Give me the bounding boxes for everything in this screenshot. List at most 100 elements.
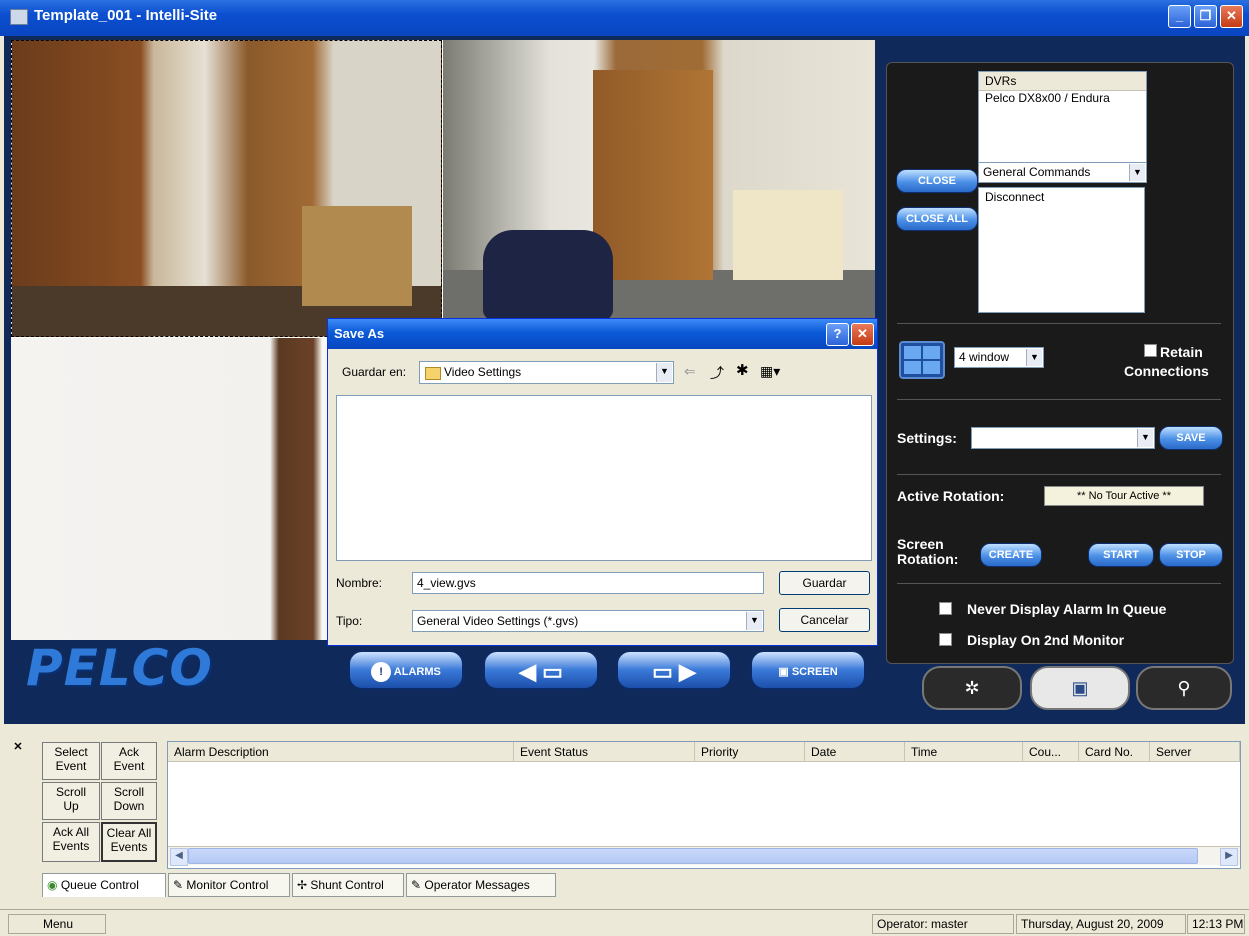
never-display-alarm-label: Never Display Alarm In Queue	[967, 601, 1167, 617]
col-event-status[interactable]: Event Status	[514, 742, 695, 762]
settings-dropdown[interactable]: ▼	[971, 427, 1155, 449]
active-rotation-value: ** No Tour Active **	[1044, 486, 1204, 506]
help-button[interactable]: ?	[826, 323, 849, 346]
commands-list[interactable]: Disconnect	[978, 187, 1145, 313]
col-time[interactable]: Time	[905, 742, 1023, 762]
close-panel-icon[interactable]: ✕	[10, 740, 26, 756]
btn-line1: Scroll	[55, 785, 86, 799]
chevron-down-icon: ▼	[656, 363, 672, 382]
btn-line1: Ack	[118, 745, 139, 759]
select-event-button[interactable]: Select Event	[42, 742, 100, 780]
commands-value: General Commands	[983, 165, 1091, 179]
scroll-right-icon[interactable]: ▶	[1220, 848, 1238, 866]
dvr-list[interactable]: DVRs Pelco DX8x00 / Endura	[978, 71, 1147, 169]
tab-label: Monitor Control	[186, 878, 269, 892]
command-item[interactable]: Disconnect	[985, 190, 1138, 204]
close-window-button[interactable]: ✕	[1220, 5, 1243, 28]
new-folder-icon[interactable]: ✱	[736, 361, 749, 379]
dialog-close-button[interactable]: ✕	[851, 323, 874, 346]
scroll-up-button[interactable]: Scroll Up	[42, 782, 100, 820]
window-title: Template_001 - Intelli-Site	[34, 7, 218, 24]
tab-monitor-control[interactable]: ✎ Monitor Control	[168, 873, 290, 897]
maximize-button[interactable]: ❐	[1194, 5, 1217, 28]
minimize-button[interactable]: _	[1168, 5, 1191, 28]
stop-button[interactable]: STOP	[1159, 543, 1223, 567]
horizontal-scrollbar[interactable]: ◀ ▶	[168, 846, 1240, 866]
file-list[interactable]	[336, 395, 872, 561]
layout-dropdown[interactable]: 4 window ▼	[954, 347, 1044, 368]
queue-control-icon: ◉	[47, 878, 58, 892]
folder-icon	[425, 367, 441, 380]
clear-all-events-button[interactable]: Clear All Events	[101, 822, 157, 862]
display-2nd-monitor-checkbox[interactable]	[939, 633, 952, 646]
alarm-table[interactable]: Alarm Description Event Status Priority …	[167, 741, 1241, 869]
dvr-item[interactable]: Pelco DX8x00 / Endura	[979, 91, 1146, 105]
ack-event-button[interactable]: Ack Event	[101, 742, 157, 780]
col-count[interactable]: Cou...	[1023, 742, 1079, 762]
previous-camera-button[interactable]: ◀ ▭	[483, 650, 599, 690]
col-alarm-description[interactable]: Alarm Description	[168, 742, 514, 762]
close-all-button[interactable]: CLOSE ALL	[896, 207, 978, 231]
btn-line1: Clear All	[106, 826, 152, 840]
save-in-dropdown[interactable]: Video Settings ▼	[419, 361, 674, 384]
camera-tab[interactable]: ▣	[1030, 666, 1130, 710]
time-status: 12:13 PM	[1187, 914, 1245, 934]
close-button[interactable]: CLOSE	[896, 169, 978, 193]
view-menu-icon[interactable]: ▦▾	[760, 363, 780, 380]
dialog-title: Save As	[334, 326, 385, 341]
back-icon[interactable]: ⇐	[684, 363, 696, 380]
screen-button[interactable]: ▣ SCREEN	[750, 650, 866, 690]
title-bar[interactable]: Template_001 - Intelli-Site _ ❐ ✕	[0, 0, 1249, 36]
alarms-button[interactable]: ! ALARMS	[348, 650, 464, 690]
camera-view-2[interactable]	[443, 40, 875, 337]
dialog-title-bar[interactable]: Save As ? ✕	[328, 319, 877, 349]
file-name-input[interactable]: 4_view.gvs	[412, 572, 764, 594]
hand-icon: ✎	[173, 878, 184, 892]
file-type-dropdown[interactable]: General Video Settings (*.gvs) ▼	[412, 610, 764, 632]
col-server[interactable]: Server	[1150, 742, 1240, 762]
create-button[interactable]: CREATE	[980, 543, 1042, 567]
up-folder-icon[interactable]: ⤴	[710, 363, 724, 383]
retain-connections-checkbox[interactable]	[1144, 344, 1157, 357]
layout-grid-icon[interactable]	[899, 341, 945, 379]
commands-dropdown[interactable]: General Commands ▼	[978, 162, 1147, 183]
btn-line2: Up	[63, 799, 79, 813]
save-in-label: Guardar en:	[342, 365, 407, 379]
tab-shunt-control[interactable]: ✢ Shunt Control	[292, 873, 404, 897]
search-tab[interactable]: ⚲	[1136, 666, 1232, 710]
btn-line2: Down	[113, 799, 145, 813]
right-control-panel: DVRs Pelco DX8x00 / Endura CLOSE General…	[886, 62, 1234, 664]
guardar-button[interactable]: Guardar	[779, 571, 870, 595]
chevron-down-icon: ▼	[1129, 164, 1145, 181]
btn-line1: Scroll	[113, 785, 144, 799]
menu-button[interactable]: Menu	[8, 914, 106, 934]
col-card-no[interactable]: Card No.	[1079, 742, 1150, 762]
ack-all-events-button[interactable]: Ack All Events	[42, 822, 100, 862]
never-display-alarm-checkbox[interactable]	[939, 602, 952, 615]
arrow-right-icon: ▭ ▶	[652, 659, 696, 684]
scroll-down-button[interactable]: Scroll Down	[101, 782, 157, 820]
start-button[interactable]: START	[1088, 543, 1154, 567]
btn-line2: Events	[110, 840, 148, 854]
app-icon	[10, 9, 28, 25]
tab-operator-messages[interactable]: ✎ Operator Messages	[406, 873, 556, 897]
next-camera-button[interactable]: ▭ ▶	[616, 650, 732, 690]
scroll-left-icon[interactable]: ◀	[170, 848, 188, 866]
col-priority[interactable]: Priority	[695, 742, 805, 762]
btn-line2: Event	[55, 759, 87, 773]
ptz-tab[interactable]: ✲	[922, 666, 1022, 710]
layout-value: 4 window	[959, 350, 1010, 364]
save-button[interactable]: SAVE	[1159, 426, 1223, 450]
camera-view-1[interactable]	[11, 40, 442, 337]
scrollbar-thumb[interactable]	[188, 848, 1198, 864]
tab-queue-control[interactable]: ◉ Queue Control	[42, 873, 166, 897]
col-date[interactable]: Date	[805, 742, 905, 762]
settings-label: Settings:	[897, 430, 957, 446]
cancelar-button[interactable]: Cancelar	[779, 608, 870, 632]
active-rotation-label: Active Rotation:	[897, 488, 1005, 504]
screen-icon: ▣	[778, 666, 789, 678]
chevron-down-icon: ▼	[1026, 349, 1042, 366]
cam2-boxes	[733, 190, 843, 280]
shunt-icon: ✢	[297, 878, 308, 892]
arrow-left-icon: ◀ ▭	[519, 659, 563, 684]
